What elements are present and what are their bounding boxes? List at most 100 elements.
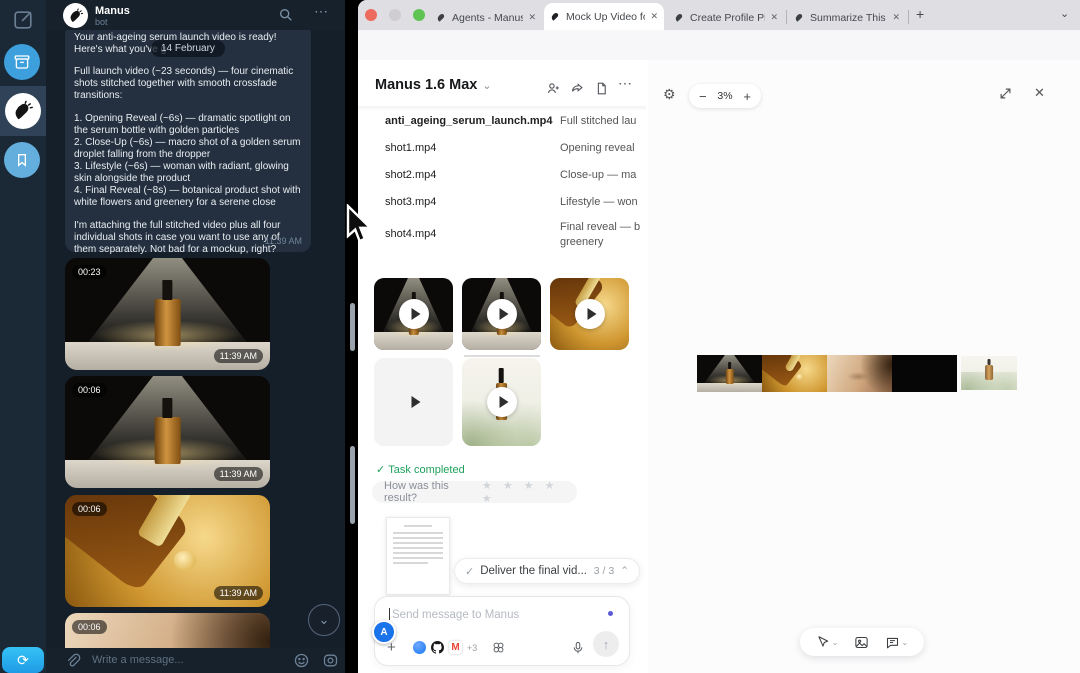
file-name[interactable]: anti_ageing_serum_launch.mp4	[385, 115, 553, 127]
message-paragraph: I'm attaching the full stitched video pl…	[74, 220, 288, 256]
chat-menu-icon[interactable]: ⋯	[314, 3, 328, 20]
scroll-to-bottom-button[interactable]: ⌄	[308, 604, 340, 636]
tab-agents-manus[interactable]: Agents - Manus ✕	[430, 5, 542, 30]
bot-message-bubble: Your anti-ageing serum launch video is r…	[65, 30, 311, 252]
emoji-icon[interactable]	[293, 652, 310, 669]
update-button[interactable]: ⟳	[2, 647, 44, 673]
file-name[interactable]: shot3.mp4	[385, 196, 436, 208]
chat-tool[interactable]: ⌄	[885, 635, 909, 650]
select-cursor-tool[interactable]: ⌄	[816, 635, 839, 649]
filmstrip-frame[interactable]	[892, 355, 957, 392]
sidebar-item-archive[interactable]	[4, 44, 40, 80]
compose-icon[interactable]	[12, 9, 34, 31]
screenshot-tool[interactable]	[854, 635, 869, 650]
video-duration-badge: 00:23	[72, 265, 107, 279]
rating-stars[interactable]: ★ ★ ★ ★ ★	[482, 479, 565, 505]
video-message[interactable]: 00:06 11:39 AM	[65, 376, 270, 488]
sidebar-item-saved-messages[interactable]	[4, 142, 40, 178]
file-desc: Opening reveal	[560, 142, 648, 154]
video-message[interactable]: 00:06	[65, 613, 270, 648]
integrations-icon[interactable]	[491, 640, 506, 655]
video-attachment-thumb[interactable]	[374, 278, 453, 350]
video-message[interactable]: 00:06 11:39 AM	[65, 495, 270, 607]
image-icon	[854, 635, 869, 650]
github-icon	[431, 641, 444, 654]
files-icon[interactable]	[594, 81, 609, 96]
sidebar-item-manus-bot[interactable]	[5, 93, 41, 129]
tab-close-icon[interactable]: ✕	[892, 12, 900, 23]
model-selector[interactable]: Manus 1.6 Max ⌄	[375, 77, 492, 93]
chevron-up-icon[interactable]: ⌃	[620, 565, 629, 577]
manus-composer[interactable]: Send message to Manus + M +3 ↑	[374, 596, 630, 666]
tab-mock-up-video[interactable]: Mock Up Video for Ant ✕	[544, 3, 664, 30]
video-attachment-thumb[interactable]	[462, 278, 541, 350]
filmstrip-frame[interactable]	[697, 355, 762, 392]
window-minimize-light[interactable]	[389, 9, 401, 21]
video-attachment-thumb[interactable]	[374, 358, 453, 446]
video-record-icon[interactable]	[322, 652, 339, 669]
tab-label: Agents - Manus	[452, 12, 523, 24]
expand-icon[interactable]	[998, 86, 1013, 101]
manus-favicon	[436, 12, 447, 23]
play-icon[interactable]	[399, 387, 429, 417]
window-scrollbar[interactable]	[350, 446, 355, 524]
file-desc: Lifestyle — won	[560, 196, 648, 208]
send-button[interactable]: ↑	[593, 631, 619, 657]
tab-summarize-this-week[interactable]: Summarize This Week ✕	[788, 5, 906, 30]
video-message[interactable]: 00:23 11:39 AM	[65, 258, 270, 370]
new-tab-icon[interactable]: +	[916, 6, 924, 22]
chat-avatar[interactable]	[63, 3, 88, 28]
share-icon[interactable]	[570, 81, 585, 96]
zoom-out-icon[interactable]: −	[699, 90, 707, 103]
manus-favicon	[550, 11, 561, 22]
search-icon[interactable]	[278, 7, 294, 23]
play-icon[interactable]	[399, 299, 429, 329]
video-attachment-thumb[interactable]	[550, 278, 629, 350]
close-preview-icon[interactable]: ✕	[1034, 85, 1045, 101]
manus-favicon	[794, 12, 805, 23]
video-attachment-thumb[interactable]	[462, 358, 541, 446]
file-name[interactable]: shot4.mp4	[385, 228, 436, 240]
zoom-in-icon[interactable]: +	[743, 90, 751, 103]
tab-close-icon[interactable]: ✕	[528, 12, 536, 23]
chat-bubble-icon	[885, 635, 900, 650]
play-icon[interactable]	[487, 299, 517, 329]
tab-strip: Agents - Manus ✕ Mock Up Video for Ant ✕…	[358, 0, 1080, 30]
check-icon: ✓	[465, 565, 474, 578]
model-name: Manus 1.6 Max	[375, 77, 477, 93]
manus-logo-icon	[12, 100, 34, 122]
invite-icon[interactable]	[546, 81, 561, 96]
file-name[interactable]: shot2.mp4	[385, 169, 436, 181]
mic-icon[interactable]	[571, 641, 585, 655]
document-preview-thumb[interactable]	[386, 517, 450, 595]
filmstrip-frame[interactable]	[827, 355, 892, 392]
window-zoom-light[interactable]	[413, 9, 425, 21]
tab-close-icon[interactable]: ✕	[770, 12, 778, 23]
tab-create-profile-pictures[interactable]: Create Profile Pictures ✕	[668, 5, 784, 30]
play-icon[interactable]	[487, 387, 517, 417]
connectors-group[interactable]: M +3	[413, 641, 477, 654]
attach-icon[interactable]	[64, 652, 81, 669]
preview-panel: ⚙ − 3% + ✕	[648, 60, 1080, 673]
filmstrip-frame[interactable]	[762, 355, 827, 392]
chat-title: Manus	[95, 6, 130, 17]
file-name[interactable]: shot1.mp4	[385, 142, 436, 154]
preview-settings-gear-icon[interactable]: ⚙	[663, 87, 676, 101]
message-input[interactable]: Write a message...	[92, 654, 184, 666]
task-progress-pill[interactable]: ✓ Deliver the final vid... 3 / 3 ⌃	[454, 558, 640, 584]
filmstrip-frame[interactable]	[961, 356, 1017, 390]
mouse-cursor	[344, 204, 374, 248]
window-scrollbar[interactable]	[350, 303, 355, 351]
manus-message-input[interactable]: Send message to Manus	[389, 608, 519, 621]
tab-close-icon[interactable]: ✕	[650, 11, 658, 22]
chat-header: Manus bot ⋯	[46, 0, 345, 30]
chevron-down-icon: ⌄	[319, 612, 330, 628]
tab-search-chevron-icon[interactable]: ⌄	[1060, 7, 1069, 20]
window-close-light[interactable]	[365, 9, 377, 21]
browser-window: Agents - Manus ✕ Mock Up Video for Ant ✕…	[358, 0, 1080, 673]
chevron-down-icon: ⌄	[832, 638, 839, 647]
play-icon[interactable]	[575, 299, 605, 329]
panel-menu-icon[interactable]: ⋯	[618, 75, 632, 92]
rating-question: How was this result?	[384, 480, 470, 504]
file-desc: Full stitched lau	[560, 115, 648, 127]
